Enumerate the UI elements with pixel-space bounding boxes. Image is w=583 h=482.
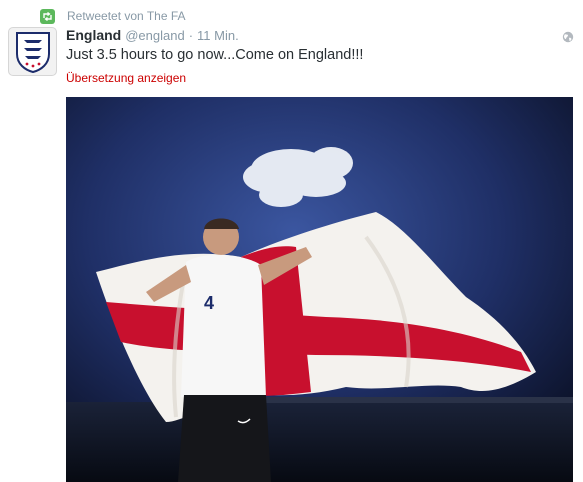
- globe-icon[interactable]: [562, 30, 574, 43]
- tweet-photo[interactable]: 4: [66, 97, 573, 482]
- tweet-text: Just 3.5 hours to go now...Come on Engla…: [66, 47, 364, 63]
- author-name[interactable]: England: [66, 27, 121, 43]
- retweet-icon: [40, 8, 55, 24]
- timestamp[interactable]: 11 Min.: [197, 28, 239, 43]
- translate-link[interactable]: Übersetzung anzeigen: [66, 71, 186, 85]
- shirt-number: 4: [204, 293, 214, 313]
- retweet-context[interactable]: Retweetet von The FA: [40, 7, 186, 25]
- separator: ·: [188, 28, 194, 43]
- avatar[interactable]: [8, 27, 57, 76]
- author-handle[interactable]: @england: [125, 28, 184, 43]
- photo-image: 4: [66, 97, 573, 482]
- tweet-header: England @england · 11 Min.: [66, 27, 239, 45]
- three-lions-crest-icon: [15, 31, 50, 73]
- retweet-label[interactable]: Retweetet von The FA: [67, 9, 186, 23]
